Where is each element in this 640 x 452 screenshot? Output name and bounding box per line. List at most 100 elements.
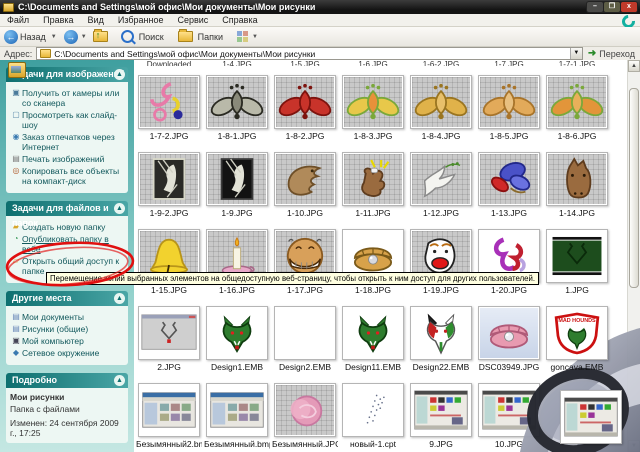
scroll-up-icon[interactable]: ▲: [628, 60, 640, 72]
chevron-up-icon[interactable]: ▲: [114, 375, 125, 386]
views-icon[interactable]: [236, 30, 249, 43]
address-input[interactable]: C:\Documents and Settings\мой офис\Мои д…: [36, 47, 583, 60]
forward-dropdown-icon[interactable]: ▼: [81, 34, 87, 40]
file-item[interactable]: 10.JPG: [476, 383, 542, 449]
search-button[interactable]: Поиск: [139, 32, 164, 42]
partial-file-label[interactable]: Downloaded Media: [136, 60, 202, 66]
partial-file-label[interactable]: 1-5.JPG: [272, 60, 338, 66]
file-item[interactable]: 1-13.JPG: [476, 152, 542, 218]
sidebar-item-view-slideshow[interactable]: ▢ Просмотреть как слайд-шоу: [10, 110, 125, 130]
partial-file-label[interactable]: 1-7-1.JPG: [544, 60, 610, 66]
partial-file-label[interactable]: 1-4.JPG: [204, 60, 270, 66]
sidebar-item-get-from-camera[interactable]: ▣ Получить от камеры или со сканера: [10, 88, 125, 108]
file-item[interactable]: 1-8-3.JPG: [340, 75, 406, 141]
file-item[interactable]: Безымянный.JPG: [272, 383, 338, 449]
file-item[interactable]: 1-17.JPG: [272, 229, 338, 295]
panel-header[interactable]: Задачи для файлов и папок ▲: [6, 201, 128, 228]
sidebar-item-publish-to-web[interactable]: ◔ Опубликовать папку в вебе: [10, 234, 125, 254]
explorer-window: C:\Documents and Settings\мой офис\Мои д…: [0, 0, 640, 452]
search-icon[interactable]: [120, 30, 134, 43]
sidebar-item-print-pictures[interactable]: ▤ Печать изображений: [10, 154, 125, 164]
vertical-scrollbar[interactable]: ▲ ▼: [627, 60, 640, 452]
file-item[interactable]: 1-11.JPG: [340, 152, 406, 218]
file-item[interactable]: 1-8-6.JPG: [544, 75, 610, 141]
back-dropdown-icon[interactable]: ▼: [51, 34, 57, 40]
chevron-up-icon[interactable]: ▲: [114, 203, 125, 214]
file-item[interactable]: 1-12.JPG: [408, 152, 474, 218]
file-item[interactable]: 1-18.JPG: [340, 229, 406, 295]
file-item[interactable]: 1-8-4.JPG: [408, 75, 474, 141]
menu-item[interactable]: Вид: [81, 15, 111, 25]
sidebar-item-my-documents[interactable]: ▤ Мои документы: [10, 312, 125, 322]
maximize-button[interactable]: ❐: [604, 2, 620, 12]
lotus-thumbnail-art: [548, 77, 606, 127]
folders-icon[interactable]: [177, 29, 193, 42]
scrollbar-thumb[interactable]: [629, 88, 639, 288]
file-item[interactable]: 1-8-5.JPG: [476, 75, 542, 141]
file-item[interactable]: 1-8-1.JPG: [204, 75, 270, 141]
partial-file-label[interactable]: 1-6.JPG: [340, 60, 406, 66]
file-item[interactable]: 1-10.JPG: [272, 152, 338, 218]
partial-file-label[interactable]: 1-7.JPG: [476, 60, 542, 66]
print-pictures-icon: ▤: [12, 154, 20, 163]
thumbnail: [560, 390, 622, 444]
file-item[interactable]: 1-9.JPG: [204, 152, 270, 218]
file-item[interactable]: DSC03949.JPG: [476, 306, 542, 372]
sidebar-item-copy-to-cd[interactable]: ◎ Копировать все объекты на компакт-диск: [10, 166, 125, 186]
partial-file-label[interactable]: 1-6-2.JPG: [408, 60, 474, 66]
file-item[interactable]: Безымянный.bmp: [204, 383, 270, 449]
panel-header[interactable]: Подробно ▲: [6, 373, 128, 388]
back-button[interactable]: Назад: [20, 32, 46, 42]
menu-item[interactable]: Избранное: [111, 15, 171, 25]
folders-button[interactable]: Папки: [198, 32, 223, 42]
file-item[interactable]: Безымянный2.bmp: [136, 383, 202, 449]
file-item[interactable]: 1-15.JPG: [136, 229, 202, 295]
panel-header[interactable]: Другие места ▲: [6, 291, 128, 306]
file-item[interactable]: 1-9-2.JPG: [136, 152, 202, 218]
file-item[interactable]: Design1.EMB: [204, 306, 270, 372]
scroll-down-icon[interactable]: ▼: [628, 440, 640, 452]
file-item[interactable]: Design11.EMB: [340, 306, 406, 372]
sidebar-item-my-computer[interactable]: ▣ Мой компьютер: [10, 336, 125, 346]
forward-icon[interactable]: →: [63, 29, 78, 44]
file-item[interactable]: 1.JPG: [544, 229, 610, 295]
file-label: 1-14.JPG: [559, 208, 595, 218]
address-dropdown-icon[interactable]: ▼: [569, 48, 582, 59]
file-item[interactable]: Design22.EMB: [408, 306, 474, 372]
close-button[interactable]: x: [621, 2, 637, 12]
panel-title: Подробно: [12, 375, 58, 385]
go-button[interactable]: ➜ Переход: [588, 48, 635, 59]
file-item[interactable]: 2.JPG: [136, 306, 202, 372]
file-item[interactable]: 1-16.JPG: [204, 229, 270, 295]
file-label: 10.JPG: [494, 439, 524, 449]
file-item[interactable]: новый-1.cpt: [340, 383, 406, 449]
file-label: 1-17.JPG: [287, 285, 323, 295]
file-item[interactable]: 9.JPG: [408, 383, 474, 449]
sidebar-item-label: Сетевое окружение: [22, 348, 100, 358]
sidebar-item-label: Просмотреть как слайд-шоу: [22, 110, 118, 130]
order-prints-icon: ◉: [12, 132, 20, 141]
sidebar-item-order-prints[interactable]: ◉ Заказ отпечатков через Интернет: [10, 132, 125, 152]
sidebar-item-network-places[interactable]: ◆ Сетевое окружение: [10, 348, 125, 358]
address-folder-icon: [40, 49, 52, 58]
file-item[interactable]: MAD HOUNDS goncava.EMB: [544, 306, 610, 372]
back-icon[interactable]: ←: [4, 29, 18, 44]
file-item[interactable]: 1-14.JPG: [544, 152, 610, 218]
menu-item[interactable]: Правка: [36, 15, 80, 25]
menu-item[interactable]: Файл: [0, 15, 36, 25]
file-item[interactable]: Design2.EMB: [272, 306, 338, 372]
file-item[interactable]: 1-20.JPG: [476, 229, 542, 295]
file-item[interactable]: [558, 390, 624, 444]
views-dropdown-icon[interactable]: ▼: [252, 34, 258, 40]
minimize-button[interactable]: –: [587, 2, 603, 12]
file-item[interactable]: 1-19.JPG: [408, 229, 474, 295]
menu-item[interactable]: Справка: [215, 15, 264, 25]
thumbnail: [206, 75, 268, 129]
menu-item[interactable]: Сервис: [170, 15, 215, 25]
file-item[interactable]: 1-7-2.JPG: [136, 75, 202, 141]
chevron-up-icon[interactable]: ▲: [114, 293, 125, 304]
chevron-up-icon[interactable]: ▲: [114, 69, 125, 80]
file-item[interactable]: 1-8-2.JPG: [272, 75, 338, 141]
up-folder-icon[interactable]: ↑: [92, 29, 108, 42]
sidebar-item-shared-pictures[interactable]: ▤ Рисунки (общие): [10, 324, 125, 334]
